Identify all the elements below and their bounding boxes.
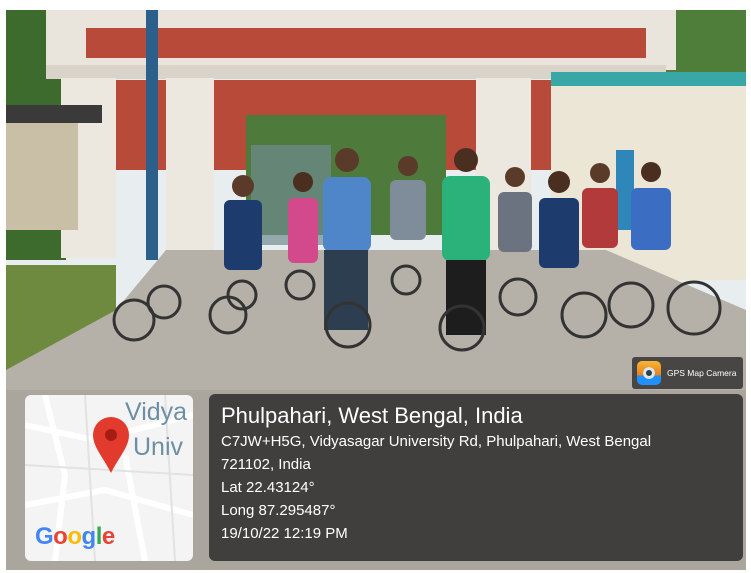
notice-board <box>6 120 78 230</box>
google-letter: o <box>53 523 68 550</box>
camera-icon <box>637 361 661 385</box>
longitude: Long 87.295487° <box>221 502 336 519</box>
date-time: 19/10/22 12:19 PM <box>221 525 348 542</box>
blue-pole <box>146 10 158 260</box>
map-label-line1: Vidya <box>125 398 188 426</box>
location-map-thumbnail: Vidya Univ Google <box>25 395 193 561</box>
google-letter: g <box>81 523 97 550</box>
address-line-2: 721102, India <box>221 456 311 473</box>
location-info-panel: Phulpahari, West Bengal, India C7JW+H5G,… <box>209 394 743 561</box>
gps-map-camera-badge: GPS Map Camera <box>632 357 743 389</box>
google-logo: Google <box>35 523 115 551</box>
google-letter: o <box>67 523 82 550</box>
place-name: Phulpahari, West Bengal, India <box>221 403 523 428</box>
google-letter: e <box>101 523 115 550</box>
address-line-1: C7JW+H5G, Vidyasagar University Rd, Phul… <box>221 433 652 450</box>
google-letter: G <box>35 523 54 550</box>
map-pin-icon <box>93 417 129 473</box>
latitude: Lat 22.43124° <box>221 479 315 496</box>
map-label-line2: Univ <box>133 433 184 461</box>
badge-label: GPS Map Camera <box>667 368 737 378</box>
